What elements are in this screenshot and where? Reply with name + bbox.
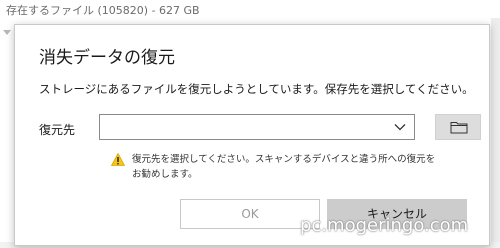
warning-line-1: 復元先を選択してください。スキャンするデバイスと違う所への復元を [132,154,436,165]
chevron-down-icon [394,124,406,131]
dialog-description: ストレージにあるファイルを復元しようとしています。保存先を選択してください。 [39,82,474,96]
restore-dialog: 消失データの復元 ストレージにあるファイルを復元しようとしています。保存先を選択… [14,24,490,246]
warning-message: 復元先を選択してください。スキャンするデバイスと違う所への復元を お勧めします。 [132,152,436,182]
watermark: pc.mogeringo.com [300,215,469,236]
warning-icon [111,153,125,166]
folder-icon [450,122,468,134]
destination-select[interactable] [99,114,415,140]
background-header: 存在するファイル (105820) - 627 GB [0,0,500,18]
expand-caret-icon [3,30,11,35]
background-scroll-strip [491,18,500,248]
warning-line-2: お勧めします。 [132,169,198,180]
browse-folder-button[interactable] [435,114,481,140]
destination-label: 復元先 [39,123,76,137]
background-title: 存在するファイル (105820) - 627 GB [6,4,200,17]
ok-button[interactable]: OK [180,199,320,229]
dialog-title: 消失データの復元 [39,48,175,68]
